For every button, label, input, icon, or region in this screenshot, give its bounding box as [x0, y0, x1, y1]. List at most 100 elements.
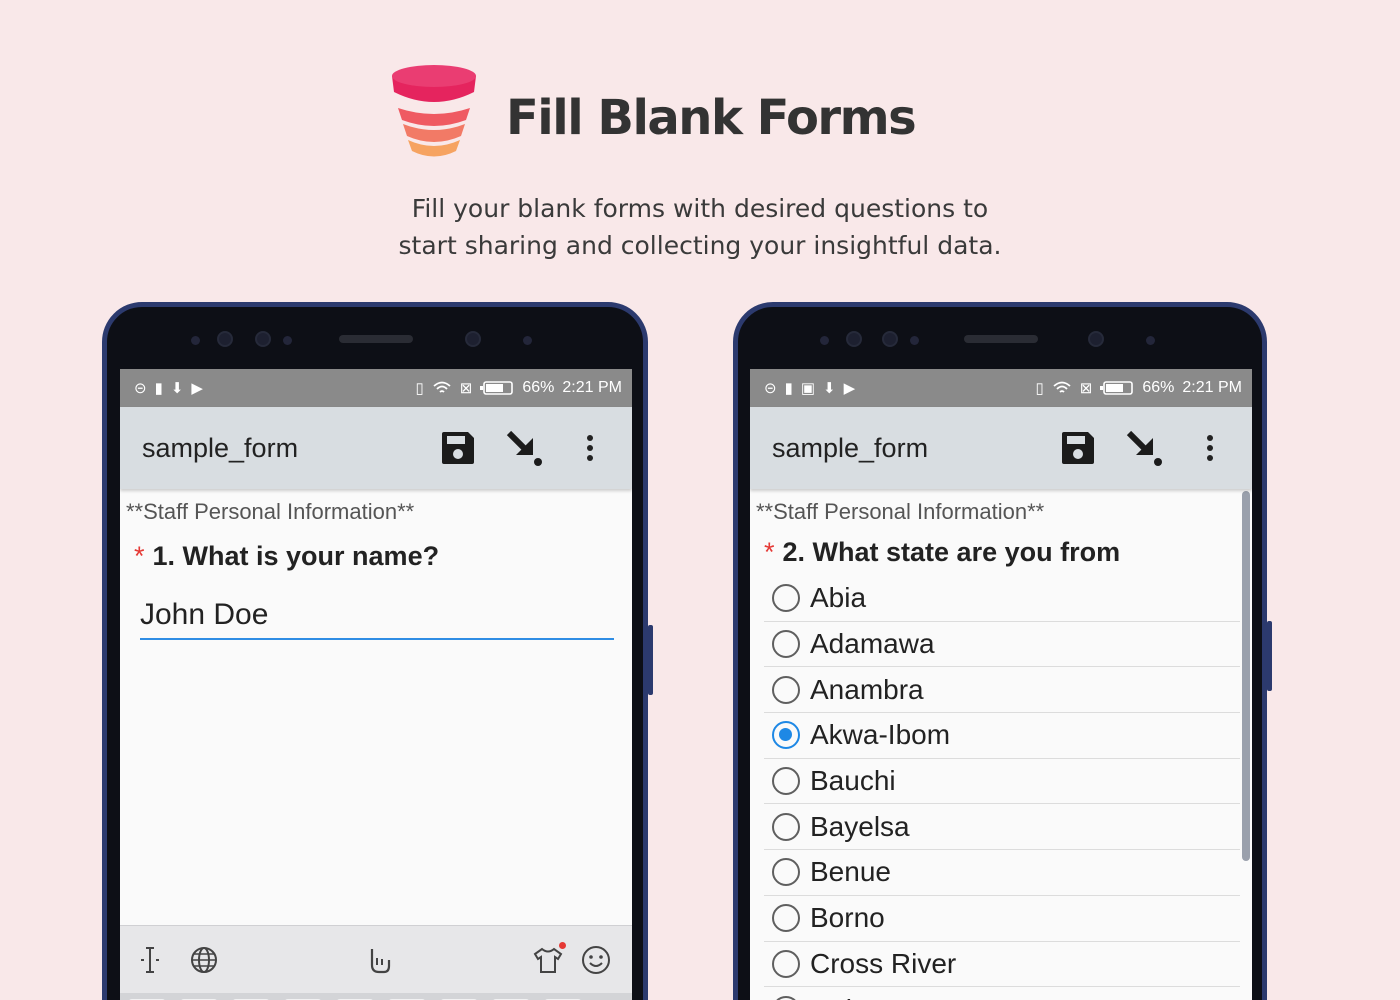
sim-icon: ⊠	[1079, 379, 1093, 397]
phone-screen-left: ⊝ ▮ ⬇ ▶ ▯ ⊠ 66% 2:21 PM sample_form **St…	[120, 369, 632, 1000]
battery-percent: 66%	[522, 379, 555, 396]
battery-icon	[480, 381, 514, 395]
jump-icon[interactable]	[504, 428, 544, 468]
radio-option-label: Anambra	[810, 673, 924, 705]
radio-button[interactable]	[772, 584, 800, 613]
keyboard-keys-row	[120, 993, 632, 1000]
app-title: sample_form	[142, 432, 299, 463]
front-camera-icon	[1088, 331, 1104, 347]
radio-button[interactable]	[772, 858, 800, 887]
play-store-icon: ▶	[191, 379, 203, 397]
scrollbar[interactable]	[1242, 491, 1250, 861]
save-icon[interactable]	[438, 428, 478, 468]
clock: 2:21 PM	[1182, 379, 1242, 396]
subtitle-line-1: Fill your blank forms with desired quest…	[411, 194, 989, 223]
earpiece-speaker	[964, 335, 1038, 343]
battery-percent: 66%	[1142, 379, 1175, 396]
page-subtitle: Fill your blank forms with desired quest…	[300, 190, 1100, 264]
front-camera-icon	[882, 331, 898, 347]
battery-icon	[1100, 381, 1134, 395]
key-icon: ▮	[784, 379, 793, 397]
radio-button[interactable]	[772, 949, 800, 978]
radio-option-label: Benue	[810, 856, 891, 888]
radio-option[interactable]: Cross River	[764, 942, 1240, 988]
jump-icon[interactable]	[1124, 428, 1164, 468]
radio-option-label: Adamawa	[810, 628, 935, 660]
phone-side-button	[648, 625, 653, 695]
radio-option[interactable]: Abia	[764, 576, 1240, 622]
sensor-dot	[283, 336, 292, 345]
save-icon[interactable]	[1058, 428, 1098, 468]
app-title: sample_form	[772, 432, 929, 463]
radio-button[interactable]	[772, 630, 800, 659]
notification-icon: ⊝	[134, 379, 147, 397]
phone-mockup-left: ⊝ ▮ ⬇ ▶ ▯ ⊠ 66% 2:21 PM sample_form **St…	[102, 302, 653, 1000]
swipe-icon[interactable]	[360, 942, 396, 978]
clock: 2:21 PM	[562, 379, 622, 396]
notification-icon: ⊝	[764, 379, 777, 397]
radio-option-label: Bayelsa	[810, 810, 910, 842]
stack-logo-icon	[392, 65, 476, 157]
notification-dot	[559, 941, 566, 949]
radio-option-label: Borno	[810, 902, 885, 934]
sim-icon: ⊠	[459, 379, 473, 397]
radio-button[interactable]	[772, 721, 800, 750]
vibrate-icon: ▯	[1035, 379, 1044, 397]
key-icon: ▮	[154, 379, 163, 397]
play-store-icon: ▶	[843, 379, 856, 397]
download-icon: ⬇	[823, 379, 836, 397]
app-bar: sample_form	[750, 407, 1252, 489]
radio-option-label: Cross River	[810, 947, 957, 979]
sensor-dot	[820, 336, 829, 345]
radio-option-label: Delta	[810, 994, 875, 1000]
radio-option[interactable]: Bayelsa	[764, 804, 1240, 851]
required-marker: *	[134, 541, 145, 571]
radio-option[interactable]: Delta	[764, 987, 1240, 1000]
section-title: **Staff Personal Information**	[756, 499, 1045, 524]
phone-screen-right: ⊝ ▮ ▣ ⬇ ▶ ▯ ⊠ 66% 2:21 PM sample_form **…	[750, 369, 1252, 1000]
wifi-icon	[433, 381, 451, 393]
status-bar: ⊝ ▮ ▣ ⬇ ▶ ▯ ⊠ 66% 2:21 PM	[750, 369, 1252, 407]
section-title: **Staff Personal Information**	[126, 499, 415, 524]
radio-option[interactable]: Adamawa	[764, 622, 1240, 668]
radio-button[interactable]	[772, 812, 800, 841]
radio-option-label: Abia	[810, 582, 867, 614]
radio-button[interactable]	[772, 767, 800, 796]
globe-icon[interactable]	[186, 942, 222, 978]
cursor-icon[interactable]	[132, 942, 168, 978]
subtitle-line-2: start sharing and collecting your insigh…	[398, 231, 1002, 260]
radio-option[interactable]: Anambra	[764, 667, 1240, 714]
earpiece-speaker	[339, 335, 413, 343]
radio-button[interactable]	[772, 675, 800, 704]
sensor-dot	[1146, 336, 1155, 345]
front-camera-icon	[255, 331, 271, 347]
overflow-menu-icon[interactable]	[570, 428, 610, 468]
emoji-icon[interactable]	[578, 942, 614, 978]
question-text: 1. What is your name?	[152, 541, 440, 571]
question-label: * 2. What state are you from	[750, 525, 1252, 568]
wifi-icon	[1053, 381, 1071, 393]
vibrate-icon: ▯	[415, 379, 424, 397]
radio-option-label: Akwa-Ibom	[810, 719, 951, 751]
overflow-menu-icon[interactable]	[1190, 428, 1230, 468]
state-options-list: Abia Adamawa Anambra Akwa-Ibom Bauchi Bayelsa…	[750, 568, 1252, 1000]
front-camera-icon	[217, 331, 233, 347]
sensor-dot	[523, 336, 532, 345]
theme-icon[interactable]	[530, 941, 566, 978]
radio-button[interactable]	[772, 904, 800, 933]
radio-button[interactable]	[772, 995, 800, 1000]
radio-option[interactable]: Bauchi	[764, 759, 1240, 805]
name-answer-input[interactable]	[140, 598, 614, 640]
phone-mockup-right: ⊝ ▮ ▣ ⬇ ▶ ▯ ⊠ 66% 2:21 PM sample_form **…	[733, 302, 1272, 1000]
radio-option[interactable]: Benue	[764, 850, 1240, 896]
radio-option[interactable]: Borno	[764, 896, 1240, 942]
sensor-dot	[191, 336, 200, 345]
page-title: Fill Blank Forms	[506, 90, 917, 146]
question-label: * 1. What is your name?	[120, 525, 632, 572]
front-camera-icon	[465, 331, 481, 347]
required-marker: *	[764, 537, 775, 567]
phone-side-button	[1267, 621, 1272, 691]
radio-option-label: Bauchi	[810, 765, 896, 797]
app-bar: sample_form	[120, 407, 632, 489]
radio-option[interactable]: Akwa-Ibom	[764, 713, 1240, 759]
